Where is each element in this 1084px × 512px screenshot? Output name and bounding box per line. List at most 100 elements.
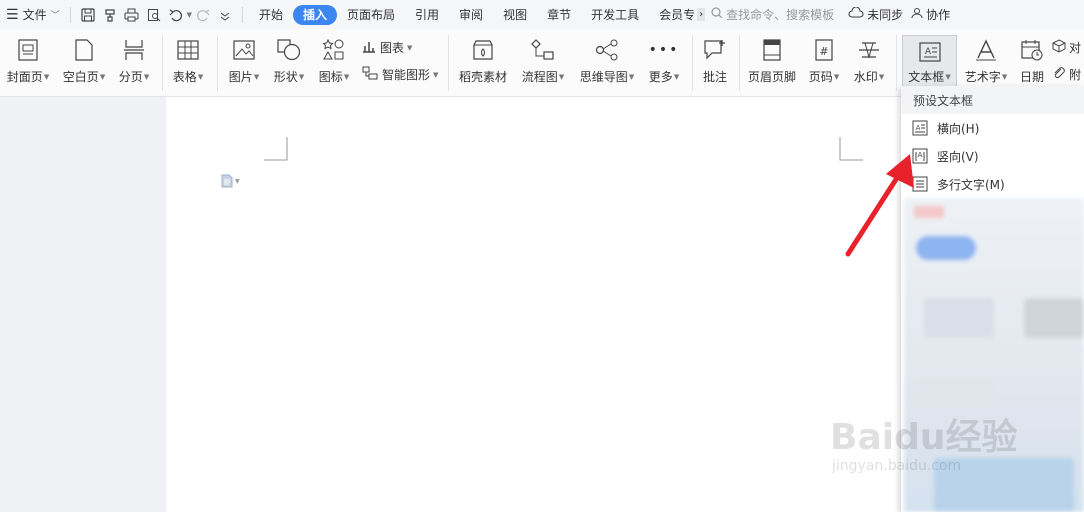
cover-page-button[interactable]: 封面页 ▼ [2,29,54,96]
user-icon [911,7,923,22]
document-margin-left [0,97,166,512]
document-page[interactable]: ▼ [166,97,901,512]
page-break-label: 分页 [118,70,143,84]
caret-icon: ▼ [833,72,840,81]
blank-page-icon [71,38,97,62]
page-number-button[interactable]: # 页码 ▼ [804,29,844,96]
textbox-button[interactable]: A 文本框 ▼ [902,35,957,91]
mindmap-icon [594,38,620,62]
menu-bar: ☰ 文件 ﹀ ▼ 开始 插入 页面布局 引用 审阅 视图 章节 开发工具 会员专… [0,0,1084,29]
header-footer-icon [759,38,785,62]
divider [69,6,71,23]
blank-page-button[interactable]: 空白页 ▼ [58,29,110,96]
caret-icon: ▼ [945,72,951,81]
page-break-button[interactable]: 分页 ▼ [114,29,154,96]
format-painter-icon[interactable] [101,6,119,24]
watermark-brand: Baidu经验 [830,417,1018,458]
tab-section[interactable]: 章节 [537,5,581,25]
vertical-textbox-option[interactable]: A 竖向(V) [901,142,1084,170]
divider [739,35,740,91]
mindmap-button[interactable]: 思维导图 ▼ [576,29,638,96]
tab-developer[interactable]: 开发工具 [581,5,649,25]
tab-references[interactable]: 引用 [405,5,449,25]
dropdown-title: 预设文本框 [901,86,1084,114]
flowchart-label: 流程图 [521,70,558,84]
chart-label: 图表 [380,41,405,55]
print-preview-icon[interactable] [145,6,163,24]
object-icon [1052,39,1066,56]
comment-icon [702,38,728,62]
caret-icon: ▼ [253,72,260,81]
cover-page-label: 封面页 [6,70,43,84]
material-icon [470,38,496,62]
sync-status[interactable]: 未同步 [844,0,907,29]
undo-icon[interactable] [167,6,185,24]
picture-label: 图片 [228,70,253,84]
search-icon [711,7,723,22]
watermark-button[interactable]: 水印 ▼ [849,29,889,96]
shape-button[interactable]: 形状 ▼ [269,29,309,96]
save-icon[interactable] [79,6,97,24]
collaborate-button[interactable]: 协作 [907,0,954,29]
page-break-icon [121,38,147,62]
picture-button[interactable]: 图片 ▼ [224,29,264,96]
divider [448,35,449,91]
caret-icon: ▼ [99,72,106,81]
svg-text:#: # [819,45,828,58]
file-menu[interactable]: ☰ 文件 ﹀ [0,0,64,29]
more-label: 更多 [648,70,673,84]
watermark-url: jingyan.baidu.com [832,458,962,474]
smartart-button[interactable]: 智能图形 ▼ [362,66,438,83]
redo-icon[interactable] [194,6,212,24]
icon-button[interactable]: 图标 ▼ [314,29,354,96]
wordart-label: 艺术字 [964,70,1001,84]
undo-dropdown-icon[interactable]: ▼ [187,11,192,19]
divider [241,6,243,23]
header-footer-button[interactable]: 页眉页脚 [746,29,798,96]
file-menu-label: 文件 [22,8,47,22]
tab-page-layout[interactable]: 页面布局 [337,5,405,25]
shape-label: 形状 [273,70,298,84]
object-button[interactable]: 对 [1052,39,1081,56]
caret-icon: ▼ [1001,72,1008,81]
tab-member[interactable]: 会员专 [649,5,697,25]
more-button[interactable]: ••• 更多 ▼ [644,29,684,96]
tab-scroll-right-icon[interactable]: › [697,8,706,21]
header-footer-label: 页眉页脚 [747,70,796,84]
divider [162,35,163,91]
attachment-button[interactable]: 附 [1052,66,1081,83]
svg-text:A: A [916,124,921,132]
baidu-watermark: Baidu经验 jingyan.baidu.com [830,417,1018,475]
watermark-icon [856,38,882,62]
tab-insert[interactable]: 插入 [293,4,338,25]
comment-button[interactable]: 批注 [698,29,732,96]
caret-icon: ▼ [558,72,565,81]
tab-review[interactable]: 审阅 [449,5,493,25]
page-corner-marks [264,137,863,161]
smartart-icon [362,66,378,83]
sync-label: 未同步 [867,8,904,22]
table-button[interactable]: 表格 ▼ [168,29,208,96]
paragraph-format-icon[interactable]: ▼ [221,174,240,188]
mindmap-label: 思维导图 [579,70,628,84]
flowchart-button[interactable]: 流程图 ▼ [518,29,568,96]
comment-label: 批注 [702,70,727,84]
multiline-text-option[interactable]: 多行文字(M) [901,170,1084,198]
material-button[interactable]: 稻壳素材 [456,29,510,96]
print-icon[interactable] [123,6,141,24]
customize-toolbar-icon[interactable] [216,6,234,24]
tab-home[interactable]: 开始 [249,5,293,25]
divider [692,35,693,91]
chart-button[interactable]: 图表 ▼ [362,39,412,56]
object-label: 对 [1069,41,1082,55]
horizontal-textbox-option[interactable]: A 横向(H) [901,114,1084,142]
caret-icon: ▼ [673,72,680,81]
command-search[interactable]: 查找命令、搜索模板 [711,6,834,23]
multiline-text-label: 多行文字(M) [937,177,1005,192]
textbox-label: 文本框 [908,70,945,84]
cover-page-icon [15,38,41,62]
divider [896,35,897,91]
caret-icon: ▼ [407,43,413,52]
wordart-icon [973,38,999,62]
tab-view[interactable]: 视图 [493,5,537,25]
